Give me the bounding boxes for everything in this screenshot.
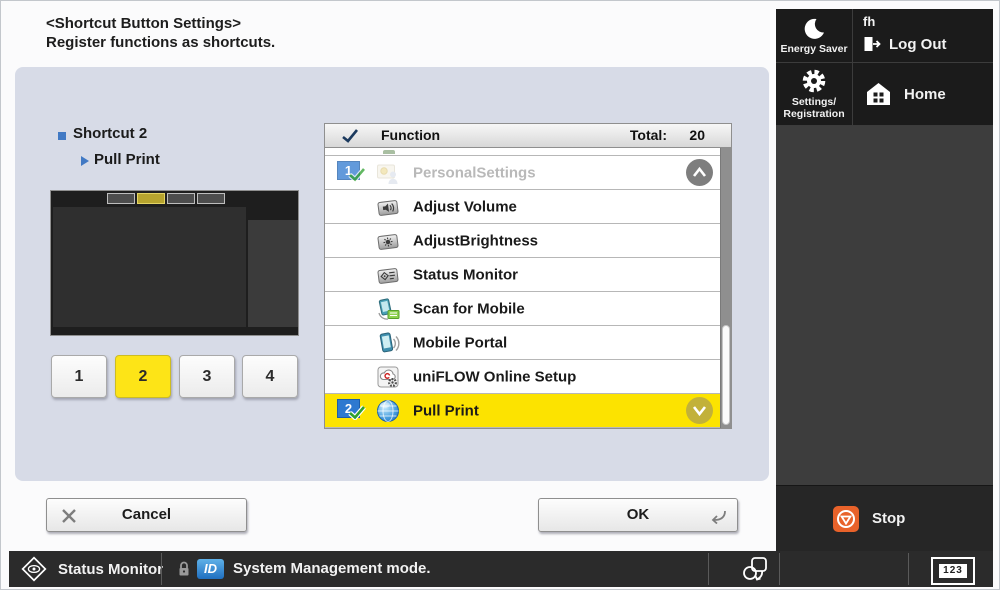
status-monitor-list-icon [375, 262, 401, 288]
scroll-down-button[interactable] [686, 397, 713, 424]
list-item-mobile-portal[interactable]: Mobile Portal [325, 326, 720, 360]
adjust-volume-icon [375, 194, 401, 220]
function-list-header: Function Total: 20 [325, 124, 731, 148]
log-out-button[interactable]: fh Log Out [853, 9, 993, 63]
home-button[interactable]: Home [853, 63, 993, 126]
list-item-adjust-brightness[interactable]: AdjustBrightness [325, 224, 720, 258]
preview-slot-2-selected [137, 193, 165, 204]
partial-row [325, 148, 720, 156]
slot-button-1[interactable]: 1 [51, 355, 107, 398]
divider [708, 553, 709, 585]
lock-icon [174, 559, 194, 579]
function-list-viewport: 1 PersonalSettings [325, 148, 720, 428]
slot-button-4[interactable]: 4 [242, 355, 298, 398]
device-screen: <Shortcut Button Settings> Register func… [0, 0, 1000, 590]
home-icon [865, 81, 892, 107]
divider [908, 553, 909, 585]
cancel-button[interactable]: Cancel [46, 498, 247, 532]
switch-user-button[interactable] [731, 553, 779, 585]
stop-button[interactable]: Stop [776, 485, 993, 551]
stop-icon [833, 506, 859, 532]
energy-saver-button[interactable]: Energy Saver [776, 9, 853, 63]
list-item-uniflow-online-setup[interactable]: uniFLOW Online Setup [325, 360, 720, 394]
status-bar: Status Monitor ID System Management mode… [9, 551, 993, 587]
function-list: Function Total: 20 1 [324, 123, 732, 429]
list-item-personal-settings[interactable]: 1 PersonalSettings [325, 156, 720, 190]
home-screen-preview [50, 190, 299, 336]
gear-icon [801, 68, 827, 94]
total-label: Total: [630, 127, 667, 143]
page-title: <Shortcut Button Settings> [46, 14, 241, 33]
adjust-brightness-icon [375, 228, 401, 254]
ok-button[interactable]: OK [538, 498, 738, 532]
mobile-portal-icon [375, 330, 401, 356]
chevron-up-icon [686, 159, 713, 186]
preview-slot-3 [167, 193, 195, 204]
check-icon [341, 128, 359, 144]
list-item-adjust-volume[interactable]: Adjust Volume [325, 190, 720, 224]
divider [161, 553, 162, 585]
status-message: System Management mode. [233, 560, 431, 577]
preview-main-area [53, 207, 246, 327]
page-subtitle: Register functions as shortcuts. [46, 33, 275, 52]
bullet-square-icon [58, 132, 66, 140]
preview-slot-1 [107, 193, 135, 204]
assigned-check-icon [348, 405, 366, 420]
counter-check-key[interactable]: 123 [931, 557, 975, 585]
return-arrow-icon [707, 510, 727, 524]
scrollbar-thumb[interactable] [722, 325, 730, 425]
moon-icon [802, 17, 826, 41]
id-badge: ID [197, 559, 224, 579]
uniflow-online-setup-icon [375, 364, 401, 390]
preview-side-area [248, 220, 298, 327]
shortcut-slot-label: Shortcut 2 [73, 125, 147, 142]
preview-slot-4 [197, 193, 225, 204]
logout-door-icon [863, 35, 882, 53]
arrow-right-icon [81, 156, 89, 166]
scroll-up-button[interactable] [686, 159, 713, 186]
total-value: 20 [689, 127, 705, 143]
logged-in-user: fh [863, 14, 993, 29]
pull-print-globe-icon [375, 398, 401, 424]
sidebar-panel [776, 126, 993, 485]
slot-button-2[interactable]: 2 [115, 355, 171, 398]
list-item-status-monitor[interactable]: Status Monitor [325, 258, 720, 292]
assigned-check-icon [348, 167, 366, 182]
status-monitor-icon [19, 554, 49, 584]
status-monitor-button[interactable]: Status Monitor [19, 553, 163, 585]
divider [779, 553, 780, 585]
chevron-down-icon [686, 397, 713, 424]
list-item-scan-for-mobile[interactable]: Scan for Mobile [325, 292, 720, 326]
scan-for-mobile-icon [375, 296, 401, 322]
shortcut-function-label: Pull Print [94, 151, 160, 168]
personal-settings-icon [375, 160, 401, 186]
slot-button-3[interactable]: 3 [179, 355, 235, 398]
settings-registration-button[interactable]: Settings/ Registration [776, 63, 853, 126]
list-item-pull-print[interactable]: 2 Pull Print [325, 394, 720, 428]
list-scrollbar[interactable] [720, 148, 731, 428]
partial-icon [383, 150, 395, 154]
switch-user-icon [740, 555, 770, 583]
column-function-label: Function [381, 127, 440, 143]
